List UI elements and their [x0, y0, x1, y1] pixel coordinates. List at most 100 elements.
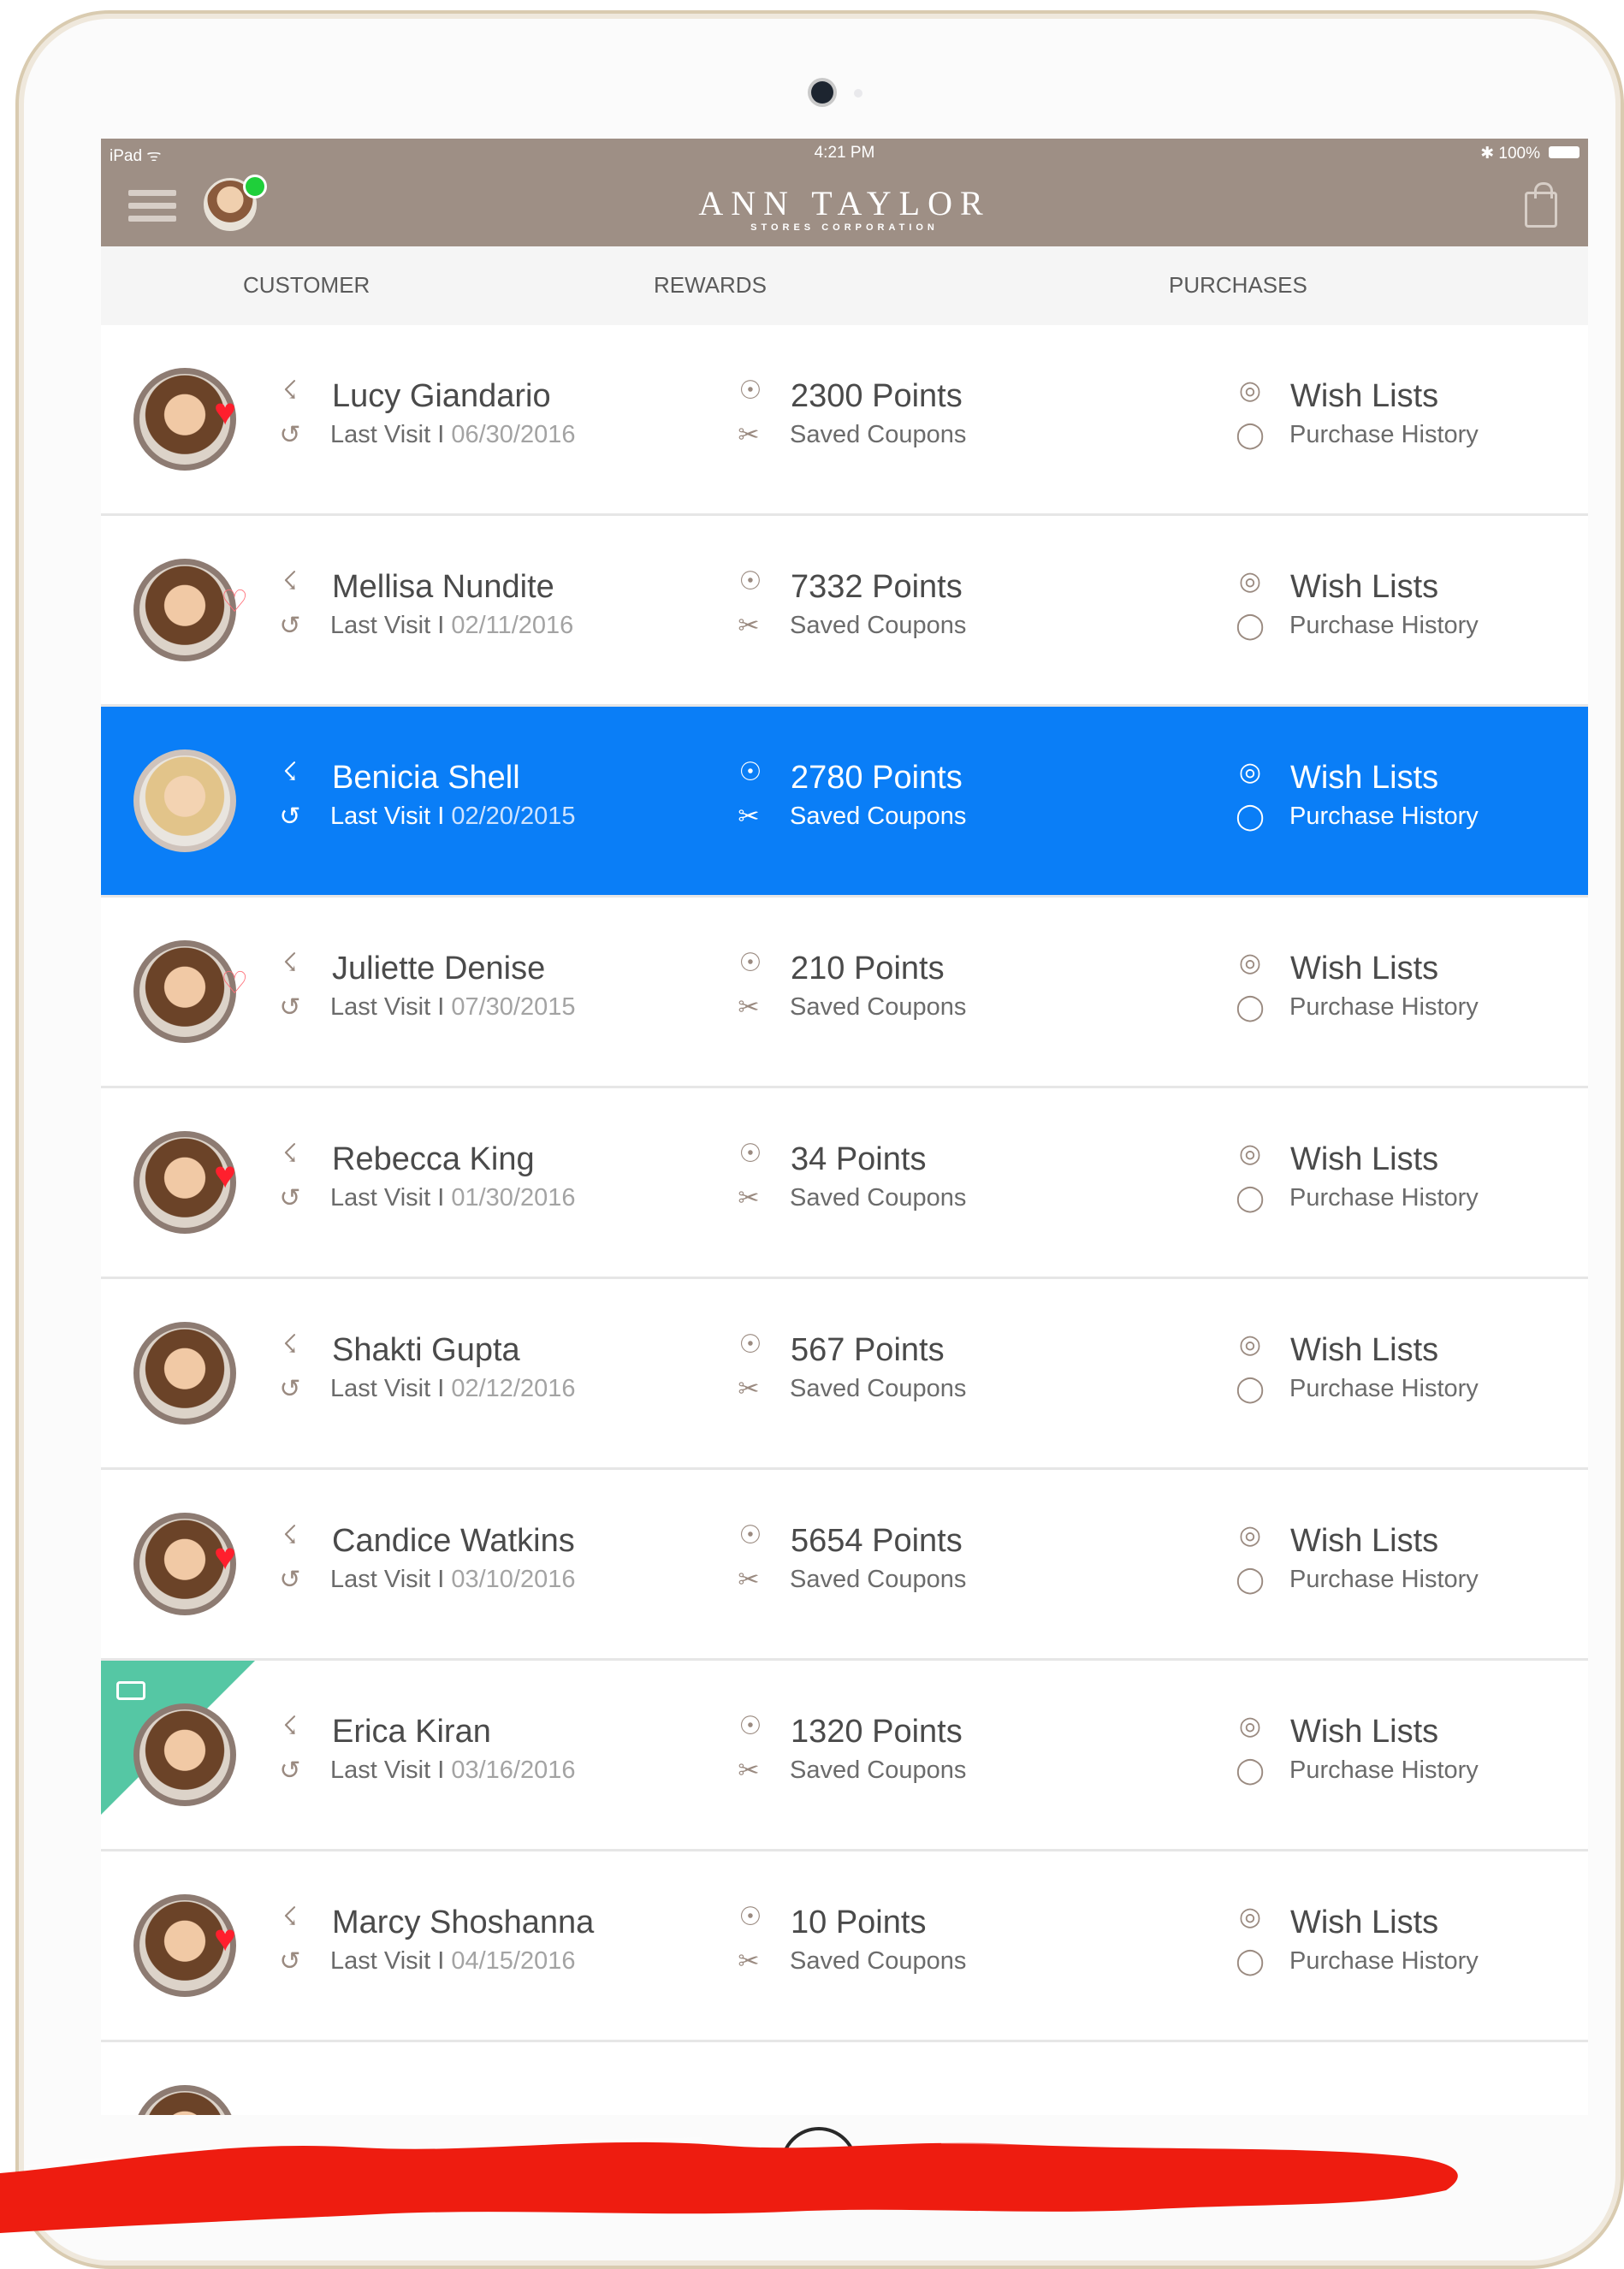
customer-name[interactable]: Benicia Shell — [332, 760, 520, 797]
purchase-history-link[interactable]: Purchase History — [1289, 803, 1479, 831]
column-rewards[interactable]: REWARDS — [654, 272, 767, 299]
customer-avatar[interactable] — [133, 749, 236, 852]
purchase-history-link[interactable]: Purchase History — [1289, 1375, 1479, 1403]
customer-name[interactable]: Rebecca King — [332, 1141, 535, 1178]
wish-list-icon: ◎ — [1238, 949, 1262, 977]
customer-row[interactable]: ☇ ↺ Shakti Gupta Last Visit I 02/12/2016 ☉ ✂ 5… — [101, 1279, 1588, 1470]
last-visit: Last Visit I 02/11/2016 — [330, 612, 574, 639]
customer-row[interactable]: ☇ ↺ Juliette Denise Last Visit I 07/30/2015… — [101, 898, 1588, 1088]
wish-lists-link[interactable]: Wish Lists — [1290, 760, 1438, 797]
saved-coupons-link[interactable]: Saved Coupons — [790, 1375, 966, 1403]
favorite-outline-icon[interactable]: ♡ — [221, 586, 248, 617]
customer-name[interactable]: Candice Watkins — [332, 1523, 575, 1560]
saved-coupons-link[interactable]: Saved Coupons — [790, 421, 966, 449]
reward-points[interactable]: 210 Points — [791, 951, 945, 987]
reward-points[interactable]: 34 Points — [791, 1141, 926, 1178]
brand-logo: ANN TAYLOR — [698, 184, 991, 222]
shopping-bag-icon[interactable] — [1525, 182, 1557, 228]
tag-icon: ◯ — [1236, 1757, 1265, 1785]
wish-lists-link[interactable]: Wish Lists — [1290, 569, 1438, 606]
saved-coupons-link[interactable]: Saved Coupons — [790, 1566, 966, 1594]
purchase-history-link[interactable]: Purchase History — [1289, 993, 1479, 1022]
customer-row[interactable]: ☇ ↺ Benicia Shell Last Visit I 02/20/2015 ☉ ✂… — [101, 707, 1588, 898]
wish-list-icon: ◎ — [1238, 758, 1262, 786]
points-icon: ☉ — [738, 949, 762, 977]
customer-avatar[interactable] — [133, 1703, 236, 1806]
tag-icon: ◯ — [1236, 421, 1265, 449]
customer-name[interactable]: Lucy Giandario — [332, 378, 551, 415]
wish-lists-link[interactable]: Wish Lists — [1290, 378, 1438, 415]
last-visit-date: 03/16/2016 — [451, 1757, 576, 1784]
points-icon: ☉ — [738, 1712, 762, 1740]
reward-points[interactable]: 7332 Points — [791, 569, 963, 606]
reward-points[interactable]: 567 Points — [791, 1332, 945, 1369]
saved-coupons-link[interactable]: Saved Coupons — [790, 993, 966, 1022]
favorite-outline-icon[interactable]: ♡ — [221, 968, 248, 998]
last-visit: Last Visit I 06/30/2016 — [330, 421, 576, 448]
customer-list: ☇ ↺ Lucy Giandario Last Visit I 06/30/2016 ☉… — [101, 325, 1588, 2115]
customer-name[interactable]: Erica Kiran — [332, 1714, 491, 1751]
camera-icon — [811, 81, 833, 104]
last-visit: Last Visit I 01/30/2016 — [330, 1184, 576, 1212]
reward-points[interactable]: 10 Points — [791, 1905, 926, 1941]
points-icon: ☉ — [738, 1140, 762, 1168]
wish-list-icon: ◎ — [1238, 1903, 1262, 1931]
purchase-history-link[interactable]: Purchase History — [1289, 1757, 1479, 1785]
favorite-heart-icon[interactable]: ♥ — [214, 394, 236, 431]
clock-icon: ↺ — [279, 1184, 301, 1212]
last-visit-date: 04/15/2016 — [451, 1947, 576, 1975]
scissors-icon: ✂ — [738, 1947, 760, 1976]
customer-row-partial[interactable] — [101, 2042, 1588, 2115]
clock-icon: ↺ — [279, 612, 301, 640]
customer-name[interactable]: Juliette Denise — [332, 951, 545, 987]
column-customer[interactable]: CUSTOMER — [243, 272, 370, 299]
wish-list-icon: ◎ — [1238, 1330, 1262, 1359]
customer-avatar[interactable] — [133, 2085, 236, 2115]
saved-coupons-link[interactable]: Saved Coupons — [790, 1184, 966, 1212]
saved-coupons-link[interactable]: Saved Coupons — [790, 1947, 966, 1976]
scissors-icon: ✂ — [738, 612, 760, 640]
wish-list-icon: ◎ — [1238, 376, 1262, 405]
wish-list-icon: ◎ — [1238, 1712, 1262, 1740]
wish-lists-link[interactable]: Wish Lists — [1290, 1714, 1438, 1751]
wish-lists-link[interactable]: Wish Lists — [1290, 1141, 1438, 1178]
trophy-icon: ☇ — [282, 949, 298, 977]
customer-row[interactable]: ☇ ↺ Marcy Shoshanna Last Visit I 04/15/2016… — [101, 1851, 1588, 2042]
saved-coupons-link[interactable]: Saved Coupons — [790, 803, 966, 831]
wish-lists-link[interactable]: Wish Lists — [1290, 1332, 1438, 1369]
purchase-history-link[interactable]: Purchase History — [1289, 421, 1479, 449]
wish-lists-link[interactable]: Wish Lists — [1290, 1905, 1438, 1941]
customer-name[interactable]: Marcy Shoshanna — [332, 1905, 594, 1941]
customer-row[interactable]: ☇ ↺ Lucy Giandario Last Visit I 06/30/2016 ☉… — [101, 325, 1588, 516]
reward-points[interactable]: 2300 Points — [791, 378, 963, 415]
clock-icon: ↺ — [279, 993, 301, 1022]
wish-lists-link[interactable]: Wish Lists — [1290, 951, 1438, 987]
trophy-icon: ☇ — [282, 1521, 298, 1549]
saved-coupons-link[interactable]: Saved Coupons — [790, 612, 966, 640]
customer-row[interactable]: ☇ ↺ Rebecca King Last Visit I 01/30/2016 ☉ ✂ 3… — [101, 1088, 1588, 1279]
reward-points[interactable]: 5654 Points — [791, 1523, 963, 1560]
wish-lists-link[interactable]: Wish Lists — [1290, 1523, 1438, 1560]
purchase-history-link[interactable]: Purchase History — [1289, 1947, 1479, 1976]
customer-avatar[interactable] — [133, 1322, 236, 1425]
customer-name[interactable]: Mellisa Nundite — [332, 569, 554, 606]
reward-points[interactable]: 2780 Points — [791, 760, 963, 797]
purchase-history-link[interactable]: Purchase History — [1289, 1566, 1479, 1594]
reward-points[interactable]: 1320 Points — [791, 1714, 963, 1751]
clock-icon: ↺ — [279, 1947, 301, 1976]
column-purchases[interactable]: PURCHASES — [1169, 272, 1307, 299]
favorite-heart-icon[interactable]: ♥ — [214, 1157, 236, 1194]
points-icon: ☉ — [738, 1330, 762, 1359]
favorite-heart-icon[interactable]: ♥ — [214, 1920, 236, 1958]
saved-coupons-link[interactable]: Saved Coupons — [790, 1757, 966, 1785]
purchase-history-link[interactable]: Purchase History — [1289, 1184, 1479, 1212]
last-visit: Last Visit I 03/16/2016 — [330, 1757, 576, 1784]
customer-row[interactable]: ☇ ↺ Candice Watkins Last Visit I 03/10/2016… — [101, 1470, 1588, 1661]
customer-row[interactable]: ☇ ↺ Erica Kiran Last Visit I 03/16/2016 ☉ ✂ 13… — [101, 1661, 1588, 1851]
customer-name[interactable]: Shakti Gupta — [332, 1332, 520, 1369]
purchase-history-link[interactable]: Purchase History — [1289, 612, 1479, 640]
last-visit: Last Visit I 04/15/2016 — [330, 1947, 576, 1975]
favorite-heart-icon[interactable]: ♥ — [214, 1538, 236, 1576]
trophy-icon: ☇ — [282, 758, 298, 786]
customer-row[interactable]: ☇ ↺ Mellisa Nundite Last Visit I 02/11/2016… — [101, 516, 1588, 707]
